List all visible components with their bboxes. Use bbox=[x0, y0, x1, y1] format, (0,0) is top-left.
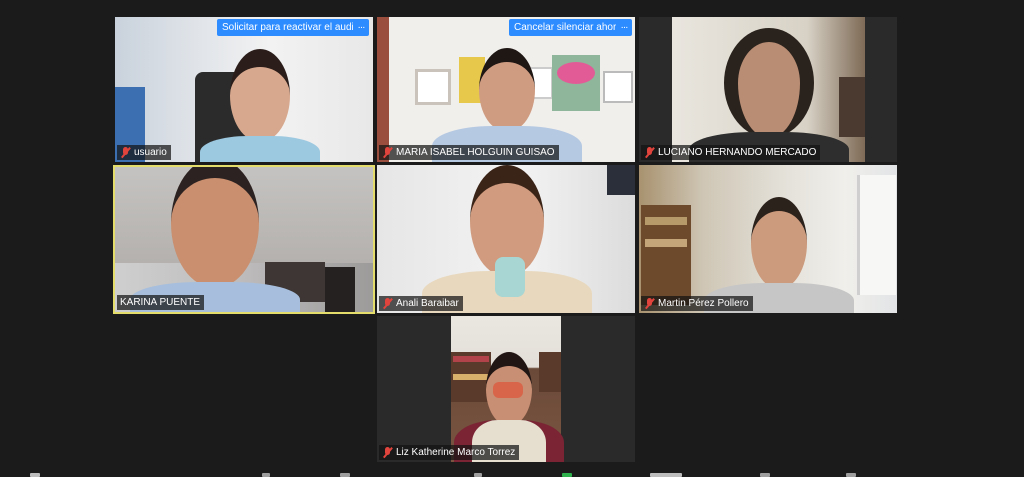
participant-name-tag: Liz Katherine Marco Torrez bbox=[379, 445, 520, 460]
muted-microphone-icon bbox=[382, 147, 393, 158]
participant-name-tag: Anali Baraibar bbox=[379, 296, 463, 311]
video-feed bbox=[639, 165, 897, 313]
toolbar-icon[interactable] bbox=[340, 473, 350, 477]
toolbar-icon[interactable] bbox=[760, 473, 770, 477]
video-feed bbox=[639, 17, 897, 162]
meeting-toolbar bbox=[0, 471, 1024, 477]
participant-name: Martin Pérez Pollero bbox=[658, 298, 749, 309]
participant-name-tag: KARINA PUENTE bbox=[117, 295, 205, 310]
video-tile-maria-isabel[interactable]: Cancelar silenciar ahora ··· MARIA ISABE… bbox=[377, 17, 635, 162]
toolbar-icon[interactable] bbox=[262, 473, 270, 477]
video-tile-luciano[interactable]: LUCIANO HERNANDO MERCADO bbox=[639, 17, 897, 162]
video-tile-anali[interactable]: Anali Baraibar bbox=[377, 165, 635, 313]
video-tile-usuario[interactable]: Solicitar para reactivar el audio ··· us… bbox=[115, 17, 373, 162]
toolbar-icon[interactable] bbox=[474, 473, 482, 477]
more-options-button[interactable]: ··· bbox=[353, 19, 369, 36]
request-unmute-button[interactable]: Solicitar para reactivar el audio bbox=[217, 19, 365, 36]
muted-microphone-icon bbox=[382, 298, 393, 309]
participant-name: usuario bbox=[134, 147, 167, 158]
video-feed bbox=[115, 17, 373, 162]
video-tile-liz-katherine[interactable]: Liz Katherine Marco Torrez bbox=[377, 316, 635, 462]
video-tile-martin[interactable]: Martin Pérez Pollero bbox=[639, 165, 897, 313]
participant-name: KARINA PUENTE bbox=[120, 297, 201, 308]
participant-name-tag: usuario bbox=[117, 145, 171, 160]
cancel-mute-button[interactable]: Cancelar silenciar ahora bbox=[509, 19, 627, 36]
video-feed bbox=[377, 165, 635, 313]
participant-name-tag: Martin Pérez Pollero bbox=[641, 296, 753, 311]
video-feed bbox=[115, 167, 373, 312]
toolbar-icon[interactable] bbox=[650, 473, 682, 477]
participant-name: Liz Katherine Marco Torrez bbox=[396, 447, 516, 458]
muted-microphone-icon bbox=[644, 298, 655, 309]
muted-microphone-icon bbox=[382, 447, 393, 458]
muted-microphone-icon bbox=[120, 147, 131, 158]
more-options-button[interactable]: ··· bbox=[616, 19, 632, 36]
toolbar-icon[interactable] bbox=[30, 473, 40, 477]
video-feed bbox=[377, 17, 635, 162]
video-feed bbox=[451, 316, 564, 462]
participant-name-tag: MARIA ISABEL HOLGUIN GUISAO bbox=[379, 145, 559, 160]
toolbar-icon[interactable] bbox=[562, 473, 572, 477]
participant-name-tag: LUCIANO HERNANDO MERCADO bbox=[641, 145, 821, 160]
participant-name: MARIA ISABEL HOLGUIN GUISAO bbox=[396, 147, 555, 158]
toolbar-icon[interactable] bbox=[846, 473, 856, 477]
participant-name: LUCIANO HERNANDO MERCADO bbox=[658, 147, 817, 158]
muted-microphone-icon bbox=[644, 147, 655, 158]
video-tile-karina[interactable]: KARINA PUENTE bbox=[113, 165, 375, 314]
participant-name: Anali Baraibar bbox=[396, 298, 459, 309]
